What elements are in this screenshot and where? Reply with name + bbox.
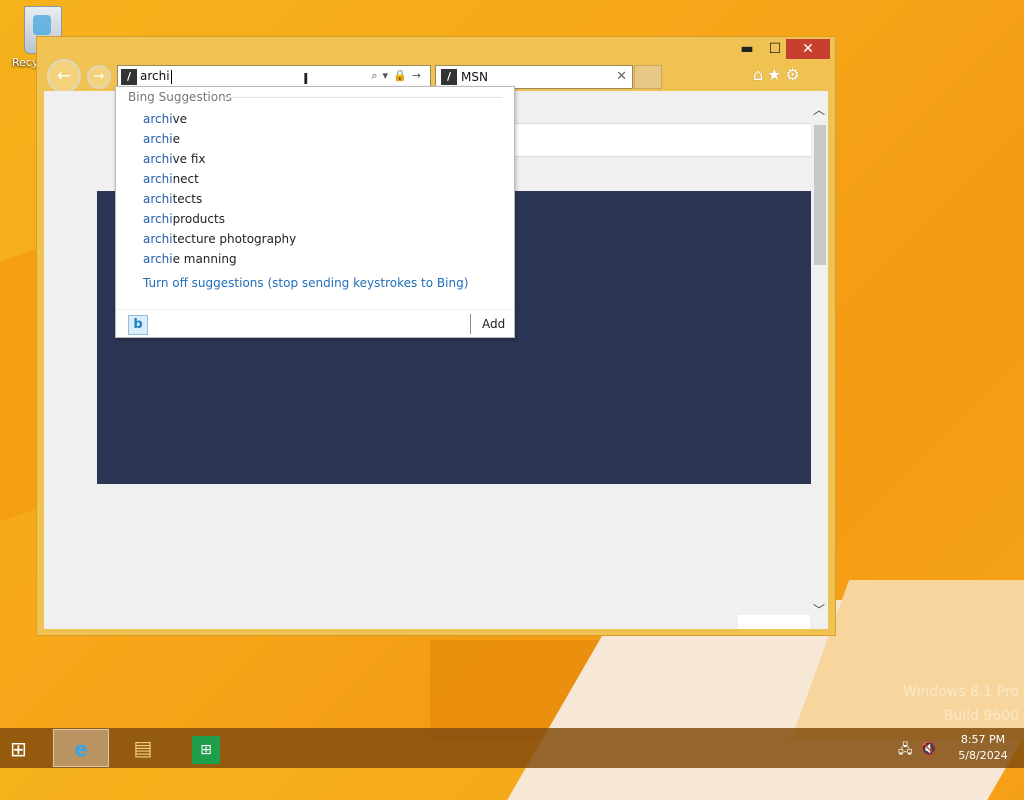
suggestion-item[interactable]: archive fix <box>143 149 296 169</box>
forward-button[interactable]: → <box>87 65 111 89</box>
page-header-strip <box>509 123 811 157</box>
clock-time: 8:57 PM <box>960 733 1006 746</box>
suggestion-item[interactable]: architecture photography <box>143 229 296 249</box>
suggestion-rest: products <box>172 212 225 226</box>
suggestion-match: archi <box>143 132 173 146</box>
divider <box>470 314 471 334</box>
scroll-thumb[interactable] <box>814 125 826 265</box>
suggestions-dropdown: Bing Suggestions archive archie archive … <box>115 86 515 338</box>
suggestion-item[interactable]: archie <box>143 129 296 149</box>
bing-logo-icon[interactable]: b <box>128 315 148 335</box>
suggestion-match: archi <box>143 192 173 206</box>
folder-icon: ▤ <box>133 736 153 760</box>
tab-title: MSN <box>461 70 488 84</box>
add-provider-button[interactable]: Add <box>482 317 505 331</box>
taskbar-store[interactable]: ⊞ <box>178 729 234 767</box>
suggestion-rest: e manning <box>172 252 237 266</box>
back-arrow-icon: ← <box>56 66 72 86</box>
system-tray-icons[interactable]: 🖧🔇 <box>898 740 945 762</box>
address-bar-icons[interactable]: ⌕▾🔒→ <box>371 69 426 83</box>
taskbar-internet-explorer[interactable]: e <box>53 729 109 767</box>
suggestion-rest: nect <box>172 172 199 186</box>
suggestion-rest: e <box>172 132 180 146</box>
new-tab-button[interactable] <box>634 65 662 89</box>
suggestion-match: archi <box>143 252 173 266</box>
suggestions-list: archive archie archive fix archinect arc… <box>143 109 296 269</box>
close-tab-icon[interactable]: ✕ <box>616 69 627 84</box>
suggestion-item[interactable]: archinect <box>143 169 296 189</box>
build-watermark: Build 9600 <box>943 708 1019 724</box>
title-bar[interactable]: ▬ ☐ ✕ ← → / archi ⌕▾🔒→ / MSN ✕ ⌂★⚙ <box>37 37 835 93</box>
suggestion-item[interactable]: architects <box>143 189 296 209</box>
suggestions-header: Bing Suggestions <box>128 90 232 104</box>
header-divider <box>224 97 502 98</box>
turn-off-suggestions-link[interactable]: Turn off suggestions (stop sending keyst… <box>143 276 468 290</box>
page-footer-box <box>738 615 810 629</box>
toolbar-icons[interactable]: ⌂★⚙ <box>753 65 804 84</box>
windows-logo-icon: ⊞ <box>10 737 27 761</box>
store-icon: ⊞ <box>192 735 220 764</box>
suggestion-item[interactable]: archie manning <box>143 249 296 269</box>
suggestion-match: archi <box>143 212 173 226</box>
taskbar: ⊞ e ▤ ⊞ 🖧🔇 8:57 PM 5/8/2024 <box>0 728 1024 768</box>
suggestion-match: archi <box>143 112 173 126</box>
suggestion-match: archi <box>143 232 173 246</box>
back-button[interactable]: ← <box>47 59 81 93</box>
suggestion-item[interactable]: archiproducts <box>143 209 296 229</box>
windows-watermark: Windows 8.1 Pro <box>903 684 1019 700</box>
suggestion-rest: tects <box>172 192 203 206</box>
suggestion-rest: tecture photography <box>172 232 297 246</box>
text-caret <box>170 69 172 84</box>
clock-date: 5/8/2024 <box>958 749 1008 762</box>
msn-favicon-icon: / <box>441 69 457 85</box>
address-value: archi <box>140 69 170 83</box>
minimize-button[interactable]: ▬ <box>734 39 760 59</box>
vertical-scrollbar[interactable]: ︿ ﹀ <box>811 101 827 619</box>
start-button[interactable]: ⊞ <box>10 737 27 761</box>
maximize-button[interactable]: ☐ <box>762 39 788 59</box>
scroll-down-icon[interactable]: ﹀ <box>811 601 827 617</box>
msn-favicon-icon: / <box>121 69 137 85</box>
suggestion-item[interactable]: archive <box>143 109 296 129</box>
search-provider-bar: b Add <box>116 309 514 338</box>
address-input[interactable]: archi <box>140 69 172 84</box>
suggestion-match: archi <box>143 152 173 166</box>
suggestion-match: archi <box>143 172 173 186</box>
clock[interactable]: 8:57 PM 5/8/2024 <box>948 732 1018 764</box>
forward-arrow-icon: → <box>93 69 105 84</box>
close-button[interactable]: ✕ <box>786 39 830 59</box>
scroll-up-icon[interactable]: ︿ <box>811 101 827 117</box>
text-cursor-icon: I <box>303 70 309 88</box>
internet-explorer-icon: e <box>74 737 88 761</box>
suggestion-rest: ve fix <box>172 152 206 166</box>
suggestion-rest: ve <box>172 112 188 126</box>
taskbar-file-explorer[interactable]: ▤ <box>115 729 171 767</box>
